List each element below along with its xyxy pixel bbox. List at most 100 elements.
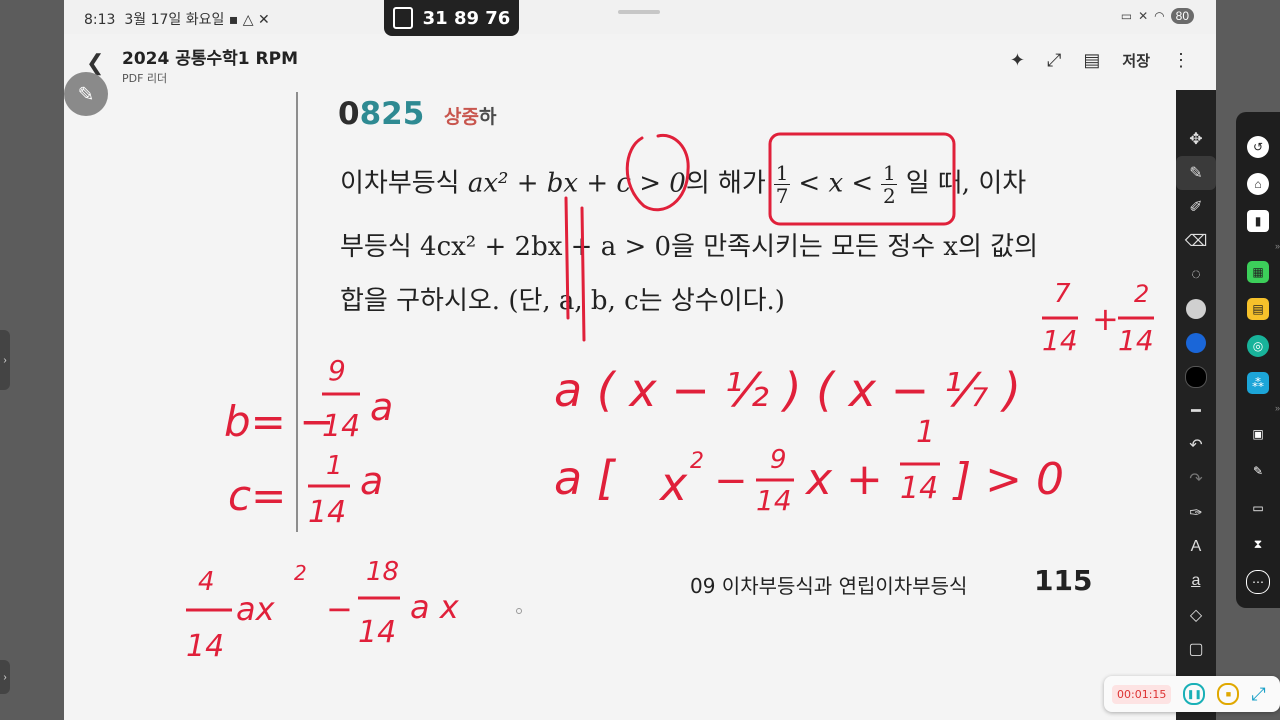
more-vert-icon[interactable]: ⋮ [1172,50,1190,71]
ink-b-eq: b= − [224,397,334,446]
app-bar-actions: ✦ ⤢ ▤ 저장 ⋮ [1010,50,1190,71]
strike-line-1 [564,196,570,320]
sidebar-back-icon[interactable]: ↺ [1236,128,1280,165]
camera-icon [392,7,413,29]
ink-b-num: 9 [328,354,346,387]
ink-bottom-den1: 14 [186,629,224,664]
save-button[interactable]: 저장 [1122,50,1150,71]
eraser-icon[interactable]: ⌫ [1176,224,1216,258]
color-swatch-black[interactable] [1176,360,1216,394]
marker-icon[interactable]: ✑ [1176,496,1216,530]
document-title: 2024 공통수학1 RPM [122,49,299,69]
ink-sum-plus: + [1092,300,1119,338]
wifi-icon: ◠ [1154,9,1165,23]
ink-expanded-sup: 2 [690,449,704,474]
cast-icon: ▭ [1120,9,1133,23]
undo-icon[interactable]: ↶ [1176,428,1216,462]
ink-bottom-den2: 14 [358,615,396,650]
left-edge-handle-top[interactable]: › [0,330,10,390]
color-swatch-gray[interactable] [1176,292,1216,326]
sidebar-more-icon[interactable]: ⋯ [1236,563,1280,600]
sidebar-edit-icon[interactable]: ✎ [1236,452,1280,489]
left-edge-handle-bottom[interactable]: › [0,660,10,694]
ink-expanded-a: a [ [554,451,617,505]
document-subtitle: PDF 리더 [122,72,168,85]
sidebar-recents-icon[interactable]: ▮ [1236,202,1280,239]
sidebar-app-notes-icon[interactable]: ▤ [1236,290,1280,327]
fullscreen-icon[interactable]: ⤢ [1251,684,1265,705]
sidebar-divider-2: » [1274,403,1280,413]
shapes-icon[interactable]: ◇ [1176,598,1216,632]
annotation-toolbar: ✥ ✎ ✐ ⌫ ◌ ━ ↶ ↷ ✑ A a̲ ◇ ▢ [1176,90,1216,720]
ink-c-eq: c= [228,471,286,520]
sparkle-icon[interactable]: ✦ [1010,50,1025,71]
stop-icon[interactable]: ■ [1217,683,1240,705]
camera-code-chip[interactable]: 31 89 76 [384,0,519,36]
ink-bottom-term2: a x [410,588,460,626]
ink-bottom-num1: 4 [198,567,215,597]
text-tool-icon[interactable]: A [1176,530,1216,564]
ink-expanded-end: ] > 0 [952,454,1064,505]
ink-expanded-minus: − [714,458,748,504]
sidebar-divider-1: » [1274,241,1280,251]
handwriting-layer: b= − 9 14 a c= 1 14 a a ( x − ½ ) ( x − … [186,132,1154,664]
sidebar-hourglass-icon[interactable]: ⧗ [1236,526,1280,563]
sidebar-app-green-icon[interactable]: ▦ [1236,253,1280,290]
ink-bottom-minus: − [326,590,353,628]
ink-bottom-sup: 2 [294,561,307,585]
status-icons: ▭ ✕ ◠ 80 [1121,8,1194,24]
lasso-icon[interactable]: ◌ [1176,258,1216,292]
ink-expanded-x-plus: x + [804,454,883,505]
battery-badge: 80 [1170,8,1194,24]
stroke-width-icon[interactable]: ━ [1176,394,1216,428]
ink-b-den: 14 [322,409,360,444]
highlighter-icon[interactable]: ✐ [1176,190,1216,224]
mute-icon: ✕ [1138,9,1149,23]
ink-sum-num2: 2 [1134,280,1149,308]
pdf-page[interactable]: 0825 상중하 이차부등식 ax² + bx + c > 0의 해가 17 <… [64,90,1176,720]
ink-c-num: 1 [326,451,343,481]
pencil-icon[interactable]: ✎ [64,72,108,116]
floating-sidebar: ↺ ⌂ ▮ » ▦ ▤ ◎ ⁂ » ▣ ✎ ▭ ⧗ ⋯ [1236,112,1280,608]
status-clock: 8:13 [84,12,116,28]
pause-icon[interactable]: ❚❚ [1183,683,1206,705]
drag-handle[interactable] [618,10,660,14]
recording-bar: 00:01:15 ❚❚ ■ ⤢ [1104,676,1280,712]
box-around-interval [768,132,956,226]
ink-c-den: 14 [308,495,346,530]
ink-b-equation: b= − [224,397,334,446]
sidebar-app-teal-icon[interactable]: ◎ [1236,327,1280,364]
circle-around-c [625,133,690,212]
insert-page-icon[interactable]: ▢ [1176,632,1216,666]
ink-b-var: a [370,385,393,429]
app-bar: ❮ 2024 공통수학1 RPM PDF 리더 ✦ ⤢ ▤ 저장 ⋮ [64,34,1216,90]
ink-sum-den1: 14 [1042,324,1078,357]
ink-f1-den: 14 [756,484,792,517]
redo-icon[interactable]: ↷ [1176,462,1216,496]
expand-icon[interactable]: ⤢ [1047,50,1061,71]
ink-sum-den2: 14 [1118,324,1154,357]
status-bar: 8:13 3월 17일 화요일 ▪ △ ✕ ▭ ✕ ◠ 80 [64,0,1216,34]
ink-f2-num: 1 [916,415,935,450]
strike-line-2 [580,206,586,342]
sidebar-screen-icon[interactable]: ▣ [1236,415,1280,452]
camera-code: 31 89 76 [422,7,511,29]
ink-sum-num1: 7 [1054,279,1071,309]
ink-factored: a ( x − ½ ) ( x − ⅐ ) [554,363,1021,417]
sidebar-app-grid-icon[interactable]: ⁂ [1236,364,1280,401]
doc-search-icon[interactable]: ▤ [1083,50,1100,71]
color-swatch-blue[interactable] [1176,326,1216,360]
ink-c-var: a [360,459,383,503]
sidebar-card-icon[interactable]: ▭ [1236,489,1280,526]
status-date: 3월 17일 화요일 [124,12,225,28]
ink-bottom-term1: ax [236,590,276,628]
status-time: 8:13 3월 17일 화요일 ▪ △ ✕ [84,12,270,28]
pan-icon[interactable]: ✥ [1176,122,1216,156]
sidebar-home-icon[interactable]: ⌂ [1236,165,1280,202]
ink-expanded-x: x [658,457,688,511]
left-margin: › › [0,0,64,720]
ink-f1-num: 9 [770,445,787,475]
ink-f2-den: 14 [900,471,938,506]
text-box-icon[interactable]: a̲ [1176,564,1216,598]
pen-tool-icon[interactable]: ✎ [1176,156,1216,190]
